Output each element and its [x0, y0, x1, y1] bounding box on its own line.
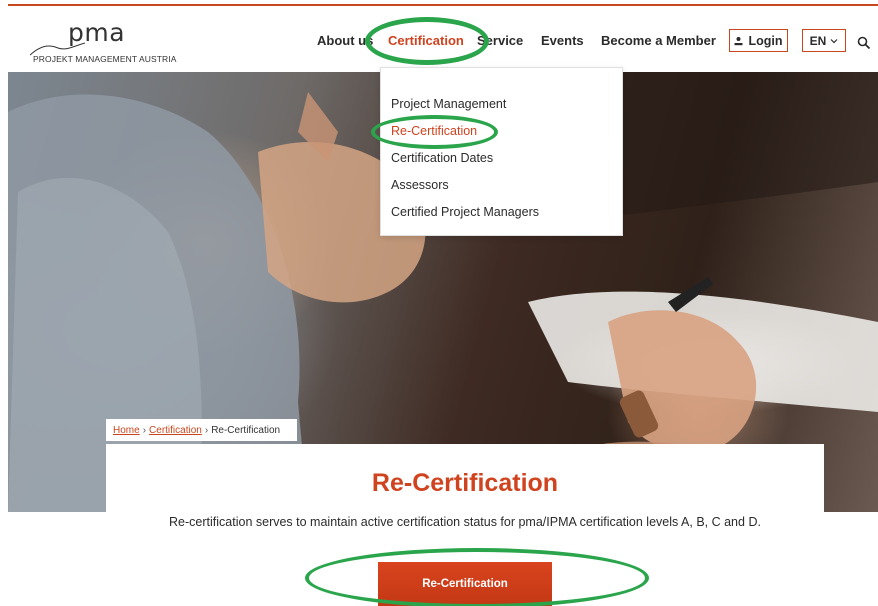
- dropdown-item-certification-dates[interactable]: Certification Dates: [391, 151, 493, 165]
- nav-item-become-a-member[interactable]: Become a Member: [601, 33, 716, 48]
- nav-item-service[interactable]: Service: [477, 33, 523, 48]
- site-header: pma PROJEKT MANAGEMENT AUSTRIA About us …: [0, 6, 878, 72]
- dropdown-item-re-certification[interactable]: Re-Certification: [391, 124, 477, 138]
- language-selector[interactable]: EN: [802, 29, 846, 52]
- page-title: Re-Certification: [371, 469, 559, 497]
- main-nav: About us Certification Service Events Be…: [0, 6, 878, 72]
- nav-item-certification[interactable]: Certification: [388, 33, 464, 48]
- breadcrumb-current: Re-Certification: [211, 424, 281, 436]
- breadcrumb-separator: ›: [142, 424, 147, 436]
- login-label: Login: [748, 33, 783, 48]
- login-button[interactable]: Login: [729, 29, 788, 52]
- search-icon[interactable]: [857, 36, 871, 50]
- dropdown-item-certified-project-managers[interactable]: Certified Project Managers: [391, 205, 539, 219]
- breadcrumb-home-link[interactable]: Home: [113, 425, 140, 436]
- re-certification-button[interactable]: Re-Certification: [378, 562, 552, 606]
- breadcrumb-certification-link[interactable]: Certification: [149, 425, 202, 436]
- breadcrumb-separator: ›: [204, 424, 209, 436]
- certification-dropdown-menu: Project Management Re-Certification Cert…: [380, 67, 623, 236]
- user-icon: [734, 36, 743, 45]
- page-description: Re-certification serves to maintain acti…: [169, 515, 761, 529]
- dropdown-item-assessors[interactable]: Assessors: [391, 178, 449, 192]
- chevron-down-icon: [830, 38, 838, 43]
- nav-item-about-us[interactable]: About us: [317, 33, 373, 48]
- breadcrumb: Home › Certification › Re-Certification: [106, 419, 297, 441]
- language-value: EN: [809, 33, 827, 48]
- nav-item-events[interactable]: Events: [541, 33, 584, 48]
- dropdown-item-project-management[interactable]: Project Management: [391, 97, 506, 111]
